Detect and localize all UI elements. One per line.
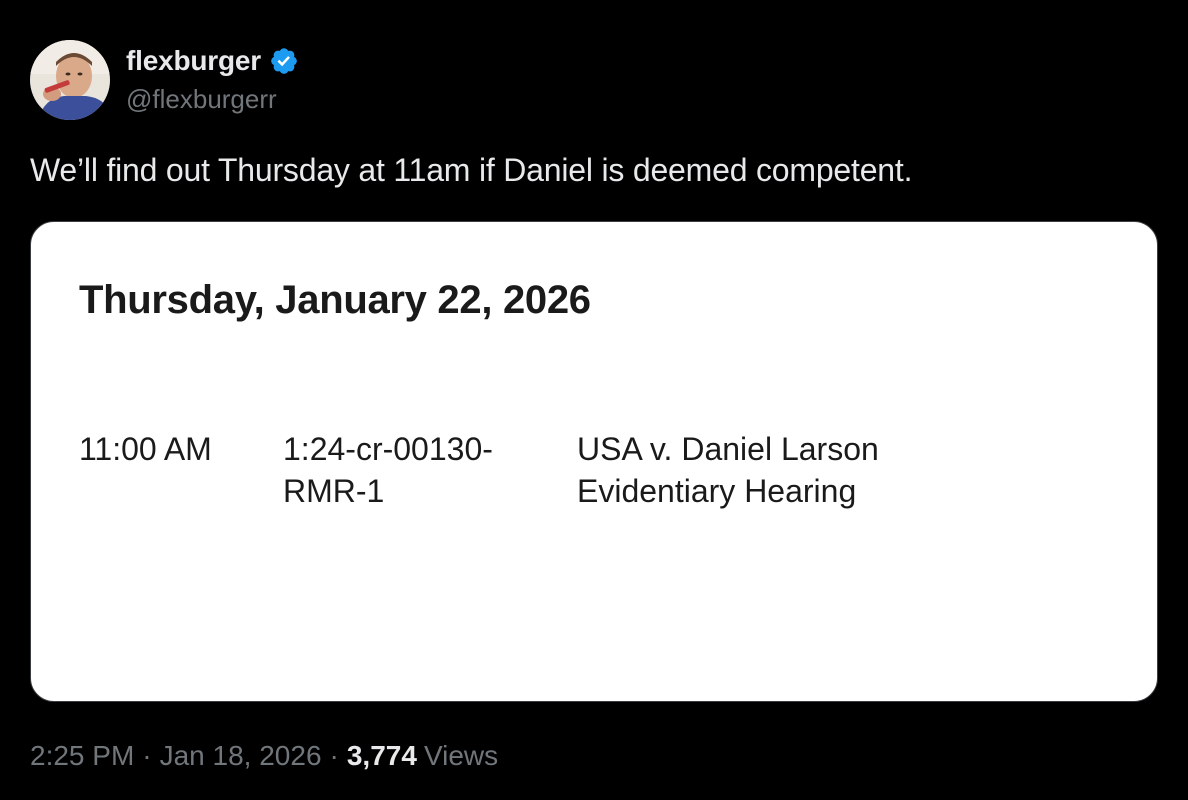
meta-separator: · xyxy=(329,740,339,771)
views-label[interactable]: Views xyxy=(424,740,498,772)
attached-image[interactable]: Thursday, January 22, 2026 11:00 AM 1:24… xyxy=(30,221,1158,702)
document-case-number: 1:24-cr-00130- RMR-1 xyxy=(283,428,493,512)
tweet: flexburger @flexburgerr We’ll find out T… xyxy=(0,0,1188,800)
avatar-image xyxy=(30,40,110,120)
case-title-line-2: Evidentiary Hearing xyxy=(577,473,857,509)
meta-separator: · xyxy=(142,740,152,771)
case-title-line-1: USA v. Daniel Larson xyxy=(577,431,879,467)
document-date-heading: Thursday, January 22, 2026 xyxy=(79,278,591,322)
tweet-text: We’ll find out Thursday at 11am if Danie… xyxy=(30,152,913,188)
tweet-date[interactable]: Jan 18, 2026 xyxy=(160,740,322,772)
author-handle[interactable]: @flexburgerr xyxy=(126,84,277,115)
document-time-value: 11:00 AM xyxy=(79,431,212,467)
tweet-time[interactable]: 2:25 PM xyxy=(30,740,134,772)
author-display-name[interactable]: flexburger xyxy=(126,45,261,77)
case-number-line-2: RMR-1 xyxy=(283,473,385,509)
author-name-row: flexburger xyxy=(126,44,299,78)
avatar[interactable] xyxy=(30,40,110,120)
views-count[interactable]: 3,774 xyxy=(347,740,417,772)
document-time: 11:00 AM xyxy=(79,428,212,470)
case-number-line-1: 1:24-cr-00130- xyxy=(283,431,493,467)
verified-badge-icon[interactable] xyxy=(269,46,299,76)
document-case-title: USA v. Daniel Larson Evidentiary Hearing xyxy=(577,428,879,512)
tweet-metadata: 2:25 PM · Jan 18, 2026 · 3,774 Views xyxy=(30,740,498,772)
